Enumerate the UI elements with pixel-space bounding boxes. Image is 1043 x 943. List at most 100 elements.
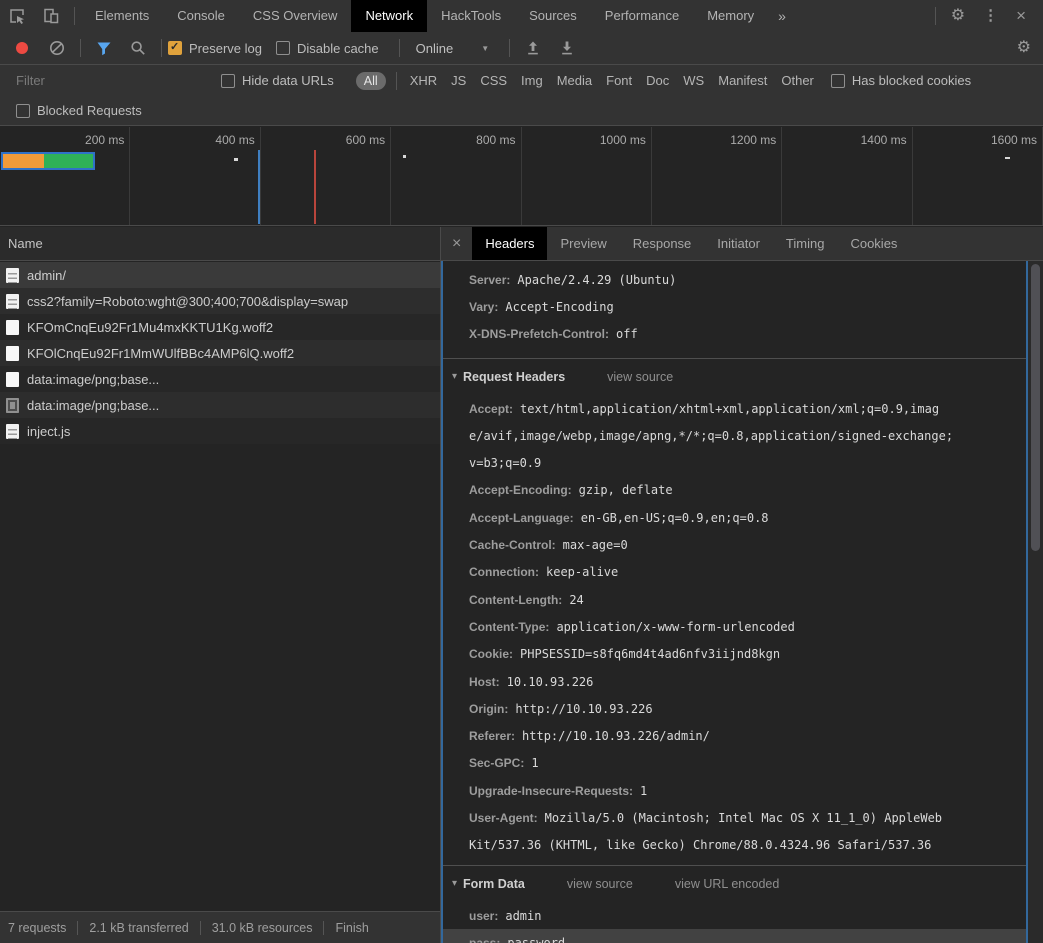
request-header-line: Cache-Control:max-age=0 [443,531,1026,558]
form-data-line-user[interactable]: user:admin [443,902,1026,929]
inspect-element-icon[interactable] [8,7,26,25]
network-toolbar: Preserve log Disable cache Online ▼ ⚙ [0,32,1043,65]
filter-type-media[interactable]: Media [550,73,599,88]
request-header-line: Origin:http://10.10.93.226 [443,695,1026,722]
request-name: admin/ [27,268,66,283]
triangle-down-icon: ▾ [452,371,457,382]
blocked-requests-checkbox[interactable] [16,104,30,118]
tab-timing[interactable]: Timing [773,227,838,260]
request-row-dataimage-2[interactable]: data:image/png;base... [0,392,440,418]
settings-gear-icon[interactable]: ⚙ [942,0,974,32]
divider [77,921,78,935]
view-url-encoded-link[interactable]: view URL encoded [675,877,779,891]
overview-waiting-segment [3,154,44,168]
preserve-log-checkbox[interactable] [168,41,182,55]
request-row-woff2-1[interactable]: KFOmCnqEu92Fr1Mu4mxKKTU1Kg.woff2 [0,314,440,340]
close-devtools-icon[interactable]: × [1007,0,1035,32]
form-data-section-header[interactable]: ▾ Form Data view source view URL encoded [443,865,1026,902]
resources-size: 31.0 kB resources [212,921,313,935]
record-button[interactable] [16,42,28,54]
tab-headers[interactable]: Headers [472,227,547,260]
filter-input[interactable]: Filter [16,73,221,88]
has-blocked-cookies-checkbox[interactable] [831,74,845,88]
network-overview-timeline[interactable]: 200 ms 400 ms 600 ms 800 ms 1000 ms 1200… [0,127,1043,226]
overview-request-dot [403,155,406,158]
details-scrollbar[interactable] [1028,261,1043,943]
request-header-line: User-Agent:Mozilla/5.0 (Macintosh; Intel… [443,804,1026,831]
request-name: inject.js [27,424,70,439]
close-details-icon[interactable]: × [441,235,472,253]
overview-request-dot [1005,157,1010,159]
divider [399,39,400,57]
filter-type-doc[interactable]: Doc [639,73,676,88]
divider [80,39,81,57]
request-header-line: Cookie:PHPSESSID=s8fq6md4t4ad6nfv3iijnd8… [443,641,1026,668]
tab-cookies[interactable]: Cookies [837,227,910,260]
request-header-line: Host:10.10.93.226 [443,668,1026,695]
request-list: admin/ css2?family=Roboto:wght@300;400;7… [0,262,440,911]
file-icon [6,346,19,361]
more-tabs-icon[interactable]: » [768,8,796,24]
hide-data-urls-checkbox[interactable] [221,74,235,88]
filter-type-all[interactable]: All [356,72,386,90]
devtools-window: Elements Console CSS Overview Network Ha… [0,0,1043,943]
view-source-link[interactable]: view source [607,370,673,384]
request-row-woff2-2[interactable]: KFOlCnqEu92Fr1MmWUlfBBc4AMP6lQ.woff2 [0,340,440,366]
filter-type-img[interactable]: Img [514,73,550,88]
tab-response[interactable]: Response [620,227,705,260]
throttling-select[interactable]: Online [416,41,454,56]
kebab-menu-icon[interactable]: ⋮ [974,0,1007,32]
dom-content-loaded-marker [258,150,260,224]
disable-cache-label: Disable cache [297,41,379,56]
request-header-line: Connection:keep-alive [443,559,1026,586]
tab-elements[interactable]: Elements [81,0,163,32]
timeline-tick: 800 ms [391,127,520,147]
import-har-icon[interactable] [524,39,542,57]
tab-hacktools[interactable]: HackTools [427,0,515,32]
filter-type-other[interactable]: Other [774,73,821,88]
request-name: data:image/png;base... [27,372,159,387]
tab-performance[interactable]: Performance [591,0,693,32]
hide-data-urls-label: Hide data URLs [242,73,334,88]
tab-memory[interactable]: Memory [693,0,768,32]
name-column-header[interactable]: Name [0,227,440,261]
tab-network[interactable]: Network [351,0,427,32]
timeline-tick: 1000 ms [522,127,651,147]
request-row-injectjs[interactable]: inject.js [0,418,440,444]
tab-initiator[interactable]: Initiator [704,227,773,260]
filter-type-font[interactable]: Font [599,73,639,88]
request-row-admin[interactable]: admin/ [0,262,440,288]
filter-type-xhr[interactable]: XHR [403,73,444,88]
filter-type-ws[interactable]: WS [676,73,711,88]
request-row-dataimage-1[interactable]: data:image/png;base... [0,366,440,392]
disable-cache-checkbox[interactable] [276,41,290,55]
tab-sources[interactable]: Sources [515,0,591,32]
script-icon [6,424,19,439]
network-settings-gear-icon[interactable]: ⚙ [1008,32,1043,64]
view-source-link[interactable]: view source [567,877,633,891]
image-icon [6,398,19,413]
chevron-down-icon: ▼ [481,44,489,53]
response-header-line: X-DNS-Prefetch-Control:off [443,321,1026,348]
request-row-css2[interactable]: css2?family=Roboto:wght@300;400;700&disp… [0,288,440,314]
scrollbar-thumb[interactable] [1031,264,1040,551]
request-headers-section-header[interactable]: ▾ Request Headers view source [443,358,1026,395]
document-icon [6,268,19,283]
filter-type-js[interactable]: JS [444,73,473,88]
filter-type-manifest[interactable]: Manifest [711,73,774,88]
overview-request-dot [234,158,238,161]
form-data-line-pass[interactable]: pass:password [443,929,1026,943]
tab-css-overview[interactable]: CSS Overview [239,0,352,32]
search-icon[interactable] [129,39,147,57]
overview-content-segment [44,154,94,168]
filter-type-css[interactable]: CSS [473,73,514,88]
device-toolbar-icon[interactable] [42,7,60,25]
request-header-line: v=b3;q=0.9 [443,449,1026,476]
divider [935,7,936,25]
tab-preview[interactable]: Preview [547,227,619,260]
tab-console[interactable]: Console [163,0,239,32]
clear-icon[interactable] [48,39,66,57]
file-icon [6,372,19,387]
filter-icon[interactable] [95,39,113,57]
export-har-icon[interactable] [558,39,576,57]
